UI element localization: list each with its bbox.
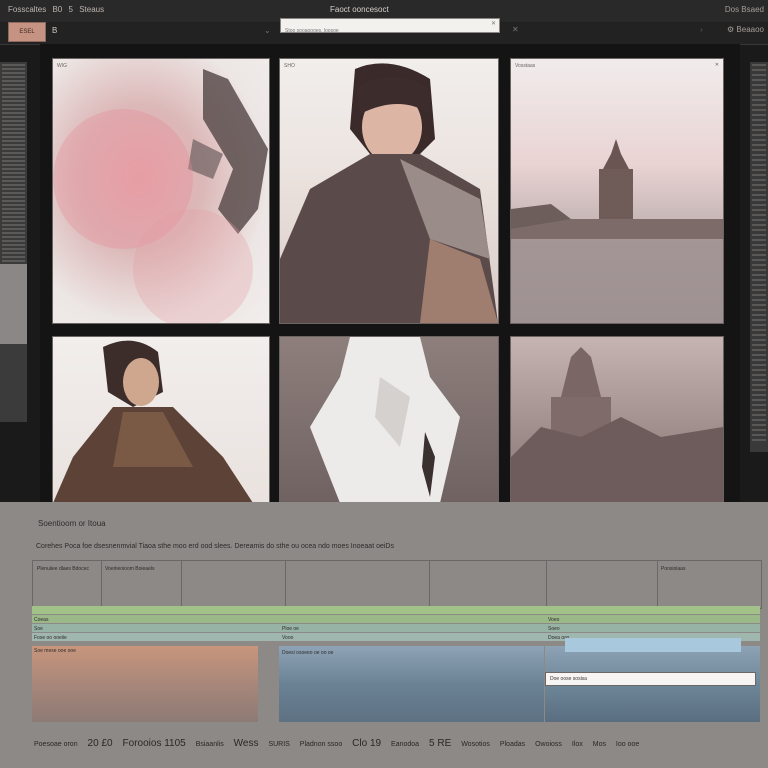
toolbar-right: › ⚙ Beaaoo (700, 25, 764, 34)
table-divider (429, 561, 430, 608)
row-label: Soeo (548, 626, 560, 632)
timeline-column-left[interactable] (32, 646, 258, 722)
timeline-column-middle[interactable] (279, 646, 544, 722)
title-bar-left: Fosscaltes B0 5 Steaus (8, 5, 108, 14)
right-panel (750, 62, 768, 452)
image-tile-2[interactable]: SHO (279, 58, 499, 324)
left-panel-list[interactable] (2, 64, 25, 262)
chevron-down-icon[interactable]: ⌄ (264, 26, 271, 35)
footer-item: Mos (592, 741, 606, 748)
footer-item: Wess (233, 738, 259, 749)
right-panel-list[interactable] (752, 64, 766, 444)
section-description: Corehes Poca foe dsesnenmvial Tiaoa sthe… (36, 543, 394, 550)
table-divider (657, 561, 658, 608)
table-header-2: Voeriieoioom Boieaels (105, 566, 155, 572)
temple-landscape-illustration (511, 139, 723, 323)
image-tile-1[interactable]: WIG (52, 58, 270, 324)
selected-row-label: Doe oose sosisa (550, 676, 587, 682)
table-divider (285, 561, 286, 608)
row-label: Soe mese ooe ooe (34, 648, 76, 654)
details-panel: Soentioom or Itoua Corehes Poca foe dses… (0, 502, 768, 768)
footer-item: Ploadas (499, 741, 526, 748)
footer-item: Pladnon ssoo (299, 741, 343, 748)
highlight-bar[interactable] (565, 638, 741, 652)
title-bar-item-1[interactable]: Fosscaltes (8, 5, 46, 14)
white-dress-illustration (310, 337, 460, 503)
chevron-right-icon[interactable]: › (700, 25, 703, 34)
title-bar-item-4[interactable]: Steaus (79, 5, 104, 14)
footer-item: Clo 19 (352, 738, 382, 749)
timeline-band-green[interactable] (32, 606, 760, 614)
footer-item: Poesoae oron (34, 741, 78, 748)
footer-item: 5 RE (429, 738, 452, 749)
row-label: Ploe oe (282, 626, 299, 632)
castle-fog-illustration (511, 347, 723, 503)
row-label: Vooo (282, 635, 294, 641)
title-bar-right[interactable]: Dos Bsaed (725, 5, 764, 14)
left-panel (0, 62, 27, 422)
close-icon[interactable]: ✕ (715, 62, 719, 68)
timeline-chart: Coeas Soe Fose oo ooeiie Soe mese ooe oo… (32, 606, 760, 722)
footer-item: 20 £0 (87, 738, 113, 749)
primary-button[interactable]: ESEL (8, 22, 46, 42)
gear-icon[interactable]: ⚙ (727, 25, 734, 34)
footer-item: Bsiaanlis (195, 741, 224, 748)
table-divider (181, 561, 182, 608)
search-box[interactable]: ✕ (280, 18, 500, 38)
footer-item: SURIS (268, 741, 290, 748)
footer-item: Eanodoa (391, 741, 420, 748)
character-portrait-illustration (280, 63, 498, 323)
row-label: Fose oo ooeiie (34, 635, 67, 641)
footer-item: Ilox (571, 741, 583, 748)
tile-number: SHO (284, 63, 295, 69)
title-bar-item-2[interactable]: B0 (52, 5, 62, 14)
image-tile-6[interactable] (510, 336, 724, 504)
toolbar-small-button[interactable]: B (52, 26, 57, 35)
timeline-band-teal[interactable] (32, 624, 760, 632)
window-title: Faoct ooncesoct (330, 5, 389, 14)
tile-number: Vosstaas (515, 63, 536, 69)
footer-item: Owoioss (535, 741, 562, 748)
image-tile-3[interactable]: Vosstaas ✕ (510, 58, 724, 324)
row-label: Voeo (548, 617, 560, 623)
table-header-1: Plenuiiee dlaes Bdocec (37, 566, 89, 572)
toolbar: ESEL B ⌄ ✕ ✕ › ⚙ Beaaoo (0, 18, 768, 45)
footer-item: Ioo ooe (615, 741, 640, 748)
properties-table: Plenuiiee dlaes Bdocec Voeriieoioom Boie… (32, 560, 762, 609)
image-tile-4[interactable] (52, 336, 270, 504)
row-label: Doesi osoeeo oe oo oe (282, 650, 334, 656)
row-label: Soe (34, 626, 43, 632)
mech-arm-illustration (53, 69, 268, 323)
left-panel-preview (0, 264, 27, 344)
table-divider (546, 561, 547, 608)
footer-stats: Poesoae oron 20 £0 Forooios 1105 Bsiaanl… (34, 738, 768, 749)
section-title: Soentioom or Itoua (38, 519, 106, 528)
toolbar-right-label[interactable]: Beaaoo (736, 25, 764, 34)
tile-number: WIG (57, 63, 67, 69)
image-tile-5[interactable] (279, 336, 499, 504)
table-divider (101, 561, 102, 608)
search-input[interactable] (281, 24, 485, 38)
title-bar-item-3[interactable]: 5 (69, 5, 73, 14)
footer-item: Forooios 1105 (122, 738, 186, 749)
close-icon[interactable]: ✕ (512, 25, 519, 34)
footer-item: Wosotios (461, 741, 490, 748)
table-header-3: Poosioiaas (661, 566, 686, 572)
warrior-profile-illustration (53, 340, 253, 503)
selected-row[interactable]: Doe oose sosisa (545, 672, 756, 686)
row-label: Coeas (34, 617, 49, 623)
close-icon[interactable]: ✕ (491, 20, 496, 27)
timeline-band-green[interactable] (32, 615, 760, 623)
